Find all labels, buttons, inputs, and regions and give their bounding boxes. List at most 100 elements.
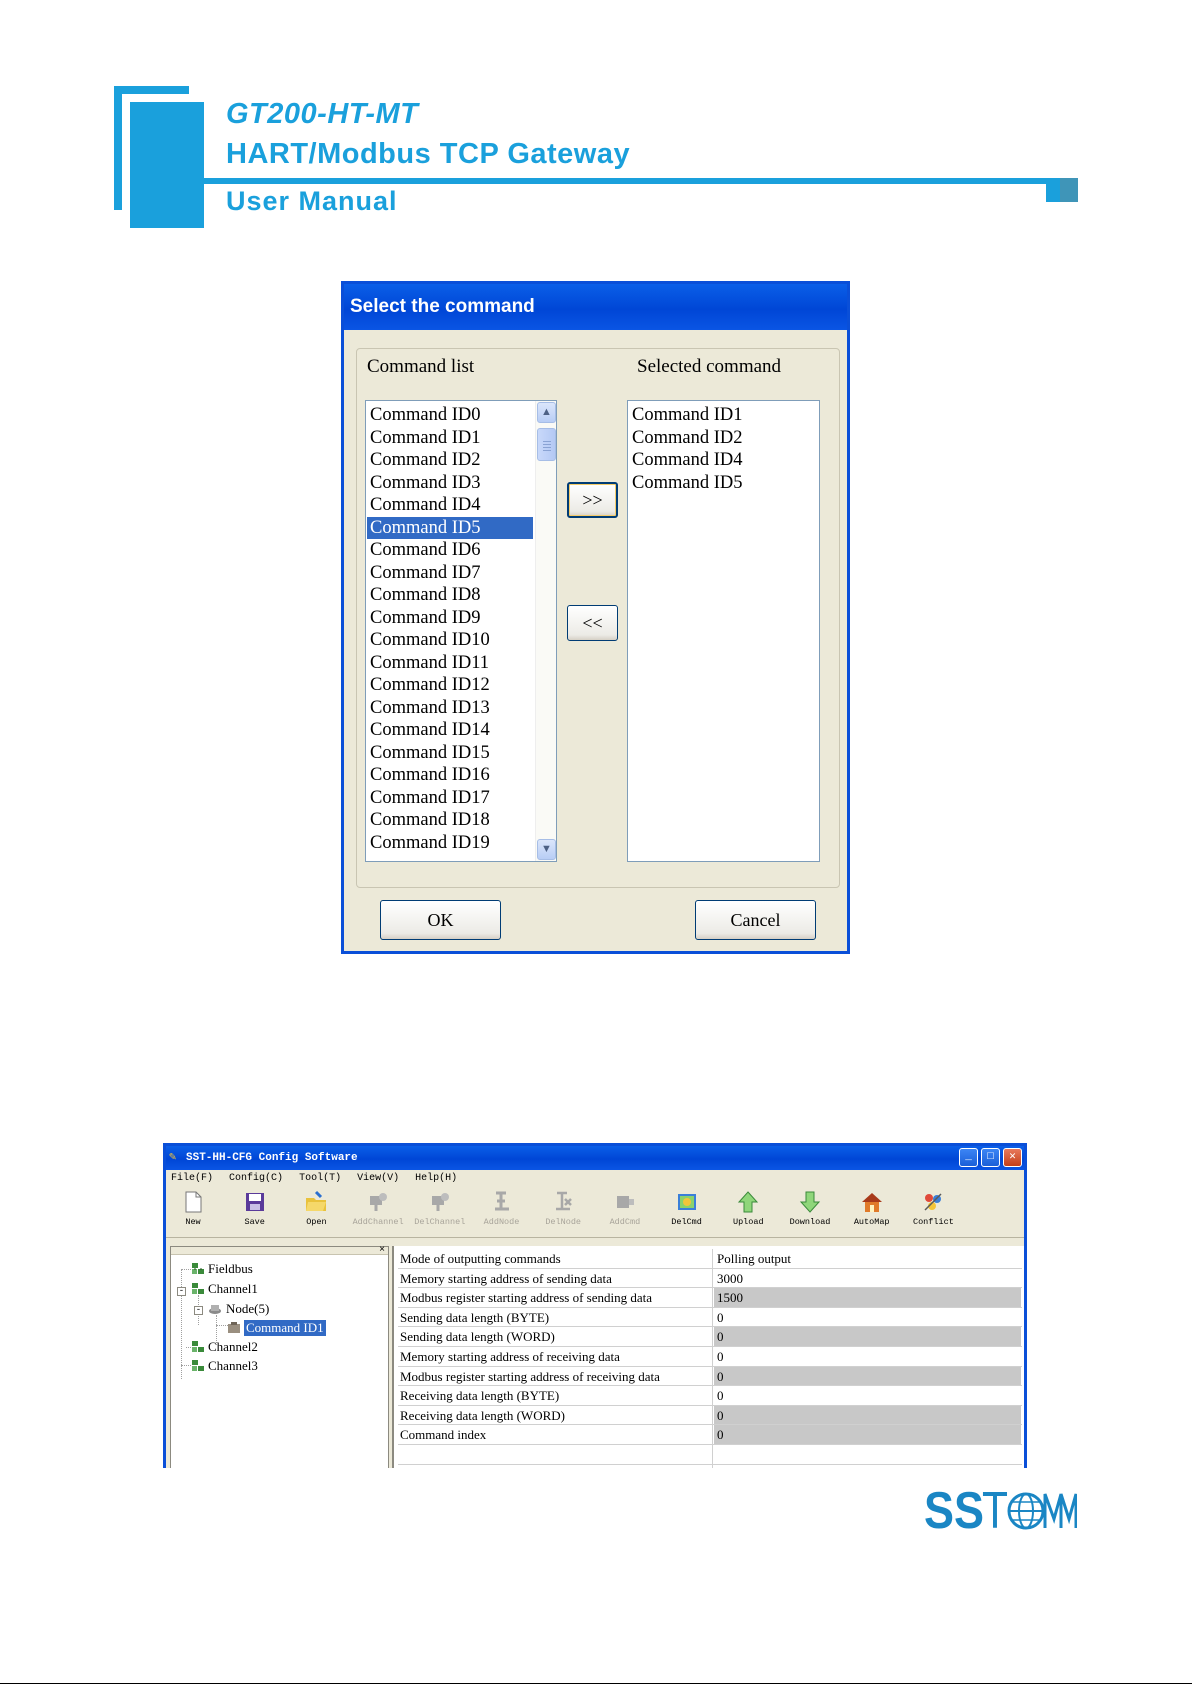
command-list-items: Command ID0 Command ID1 Command ID2 Command… [367,404,533,854]
command-list-box[interactable]: Command ID0 Command ID1 Command ID2 Command… [365,400,557,862]
tree-item-channel1[interactable]: Channel1 [208,1281,258,1297]
property-row[interactable]: Sending data length (BYTE) 0 [398,1307,1022,1328]
delete-channel-icon [428,1190,452,1214]
new-document-icon [181,1190,205,1214]
collapse-channel1-icon[interactable]: - [177,1287,186,1296]
property-row[interactable]: Modbus register starting address of rece… [398,1366,1022,1387]
property-row[interactable]: Receiving data length (WORD) 0 [398,1405,1022,1426]
property-row[interactable]: Mode of outputting commands Polling outpu… [398,1249,1022,1269]
property-name: Command index [398,1425,713,1444]
selected-command-item[interactable]: Command ID5 [629,472,817,495]
property-row[interactable]: Sending data length (WORD) 0 [398,1327,1022,1347]
remove-command-button[interactable]: << [567,605,618,641]
command-list-item[interactable]: Command ID11 [367,652,533,675]
toolbar-button-delchannel[interactable]: DelChannel [409,1190,471,1236]
collapse-node-icon[interactable]: - [194,1306,203,1315]
command-list-item[interactable]: Command ID2 [367,449,533,472]
command-list-item[interactable]: Command ID3 [367,472,533,495]
selected-command-box[interactable]: Command ID1 Command ID2 Command ID4 Command… [627,400,820,862]
toolbar-button-open[interactable]: Open [285,1190,347,1236]
property-name: Memory starting address of receiving dat… [398,1347,713,1366]
tree-item-command[interactable]: Command ID1 [244,1320,326,1336]
command-list-item[interactable]: Command ID6 [367,539,533,562]
scroll-thumb[interactable] [537,428,556,461]
selected-command-items: Command ID1 Command ID2 Command ID4 Command… [629,404,817,494]
selected-command-item[interactable]: Command ID4 [629,449,817,472]
menu-file[interactable]: File(F) [171,1173,213,1184]
selected-command-item[interactable]: Command ID2 [629,427,817,450]
tree-item-fieldbus[interactable]: Fieldbus [208,1261,253,1277]
property-name: Receiving data length (BYTE) [398,1386,713,1405]
toolbar-button-conflict[interactable]: Conflict [902,1190,964,1236]
tree-item-node[interactable]: Node(5) [226,1301,269,1317]
sstcomm-logo: SS T [924,1484,1077,1534]
property-row[interactable]: Memory starting address of sending data 3… [398,1268,1022,1289]
command-list-item[interactable]: Command ID12 [367,674,533,697]
command-list-item[interactable]: Command ID1 [367,427,533,450]
toolbar-button-upload[interactable]: Upload [717,1190,779,1236]
scroll-down-icon[interactable]: ▼ [537,839,556,860]
command-list-label: Command list [367,356,475,377]
cancel-button[interactable]: Cancel [695,900,816,940]
config-software-window: ✎ SST-HH-CFG Config Software _ □ ✕ File(… [163,1143,1027,1468]
minimize-icon[interactable]: _ [959,1148,978,1167]
tree-pane: × Fieldbus - Channel1 - Node(5) Command … [170,1244,389,1468]
empty-property-row [398,1445,1022,1465]
property-value: 0 [714,1366,1021,1386]
property-value[interactable]: 0 [714,1308,1021,1327]
toolbar-label: AddNode [483,1217,520,1227]
tree-item-channel2[interactable]: Channel2 [208,1339,258,1355]
menu-help[interactable]: Help(H) [415,1173,457,1184]
menu-config[interactable]: Config(C) [229,1173,283,1184]
property-value[interactable]: 0 [714,1347,1021,1366]
command-list-item[interactable]: Command ID16 [367,764,533,787]
property-value[interactable]: 0 [714,1386,1021,1405]
scroll-up-icon[interactable]: ▲ [537,402,556,423]
toolbar-button-addnode[interactable]: AddNode [471,1190,533,1236]
menu-tool[interactable]: Tool(T) [299,1173,341,1184]
ok-button[interactable]: OK [380,900,501,940]
delete-node-icon [551,1190,575,1214]
property-row[interactable]: Receiving data length (BYTE) 0 [398,1386,1022,1406]
tree-item-channel3[interactable]: Channel3 [208,1358,258,1374]
toolbar-button-addcmd[interactable]: AddCmd [594,1190,656,1236]
property-value[interactable]: Polling output [714,1249,1021,1268]
close-icon[interactable]: ✕ [1003,1148,1022,1167]
property-name: Mode of outputting commands [398,1249,713,1268]
command-list-scrollbar[interactable]: ▲ ▼ [535,401,556,861]
command-list-item[interactable]: Command ID5 [367,516,533,539]
toolbar-button-automap[interactable]: AutoMap [841,1190,903,1236]
property-value[interactable]: 3000 [714,1269,1021,1288]
toolbar-button-addchannel[interactable]: AddChannel [347,1190,409,1236]
command-list-item[interactable]: Command ID8 [367,584,533,607]
select-command-dialog: Select the command Command list Selected… [341,281,850,954]
maximize-icon[interactable]: □ [981,1148,1000,1167]
toolbar-button-save[interactable]: Save [224,1190,286,1236]
close-pane-icon[interactable]: × [379,1244,385,1255]
toolbar-button-delcmd[interactable]: DelCmd [656,1190,718,1236]
command-list-item[interactable]: Command ID15 [367,742,533,765]
command-list-item[interactable]: Command ID14 [367,719,533,742]
menu-view[interactable]: View(V) [357,1173,399,1184]
command-list-item[interactable]: Command ID19 [367,832,533,855]
command-list-item[interactable]: Command ID10 [367,629,533,652]
command-list-item[interactable]: Command ID17 [367,787,533,810]
property-row[interactable]: Command index 0 [398,1425,1022,1445]
selected-command-item[interactable]: Command ID1 [629,404,817,427]
toolbar-button-delnode[interactable]: DelNode [532,1190,594,1236]
toolbar-button-new[interactable]: New [166,1190,224,1236]
property-row[interactable]: Memory starting address of receiving dat… [398,1347,1022,1367]
add-command-button[interactable]: >> [567,482,618,518]
toolbar-button-download[interactable]: Download [779,1190,841,1236]
channel3-icon [192,1360,204,1371]
command-list-item[interactable]: Command ID13 [367,697,533,720]
property-row[interactable]: Modbus register starting address of send… [398,1288,1022,1308]
download-arrow-icon [798,1190,822,1214]
command-list-item[interactable]: Command ID4 [367,494,533,517]
command-list-item[interactable]: Command ID18 [367,809,533,832]
command-list-item[interactable]: Command ID7 [367,562,533,585]
command-list-item[interactable]: Command ID0 [367,404,533,427]
command-list-item[interactable]: Command ID9 [367,607,533,630]
toolbar-label: AddCmd [609,1217,641,1227]
delete-command-icon [675,1190,699,1214]
